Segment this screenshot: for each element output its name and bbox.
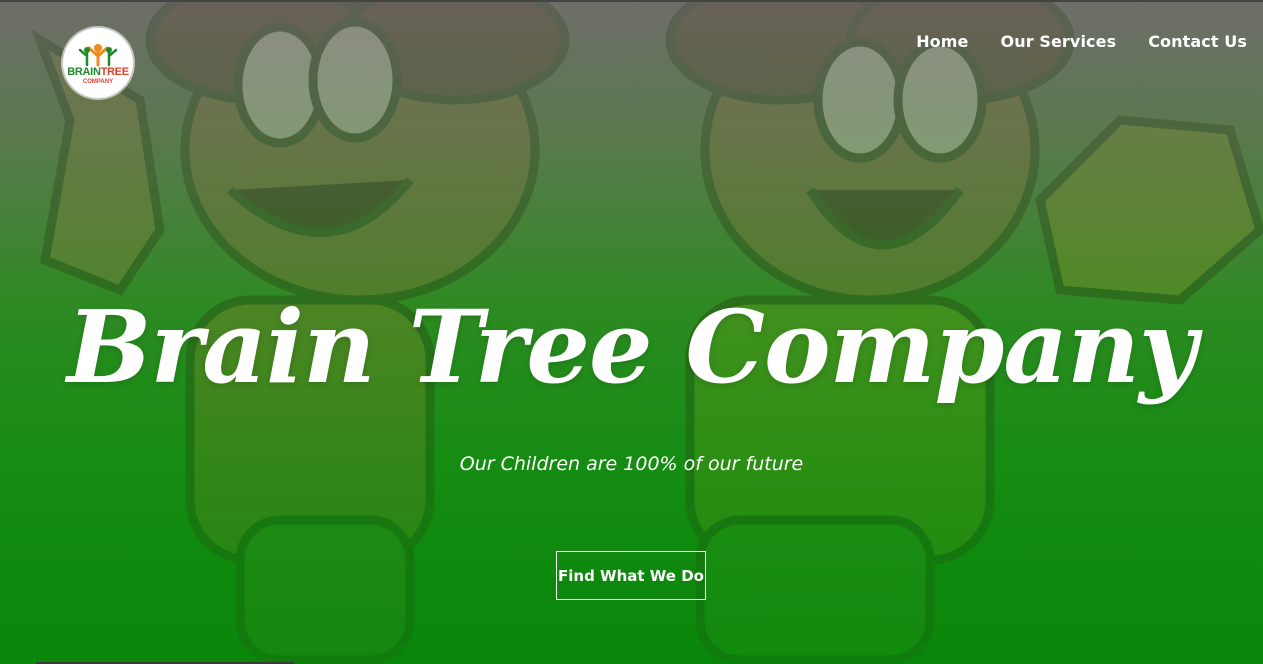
hero-section: BRAINTREE COMPANY Home Our Services Cont…	[0, 0, 1263, 664]
nav-our-services-link[interactable]: Our Services	[1001, 32, 1117, 51]
hero-title: Brain Tree Company	[66, 288, 1197, 406]
logo-word-tree: TREE	[100, 66, 129, 78]
brand-logo[interactable]: BRAINTREE COMPANY	[63, 28, 133, 98]
logo-word-brain: BRAIN	[67, 66, 101, 78]
find-what-we-do-button[interactable]: Find What We Do	[556, 551, 706, 600]
hero-subtitle: Our Children are 100% of our future	[459, 453, 804, 475]
nav-home-link[interactable]: Home	[916, 32, 968, 51]
main-nav: Home Our Services Contact Us	[916, 32, 1247, 51]
top-divider	[0, 0, 1263, 2]
logo-tree-icon	[78, 44, 118, 67]
logo-text: BRAINTREE	[63, 66, 133, 78]
nav-contact-us-link[interactable]: Contact Us	[1148, 32, 1247, 51]
logo-subtext: COMPANY	[82, 79, 114, 85]
